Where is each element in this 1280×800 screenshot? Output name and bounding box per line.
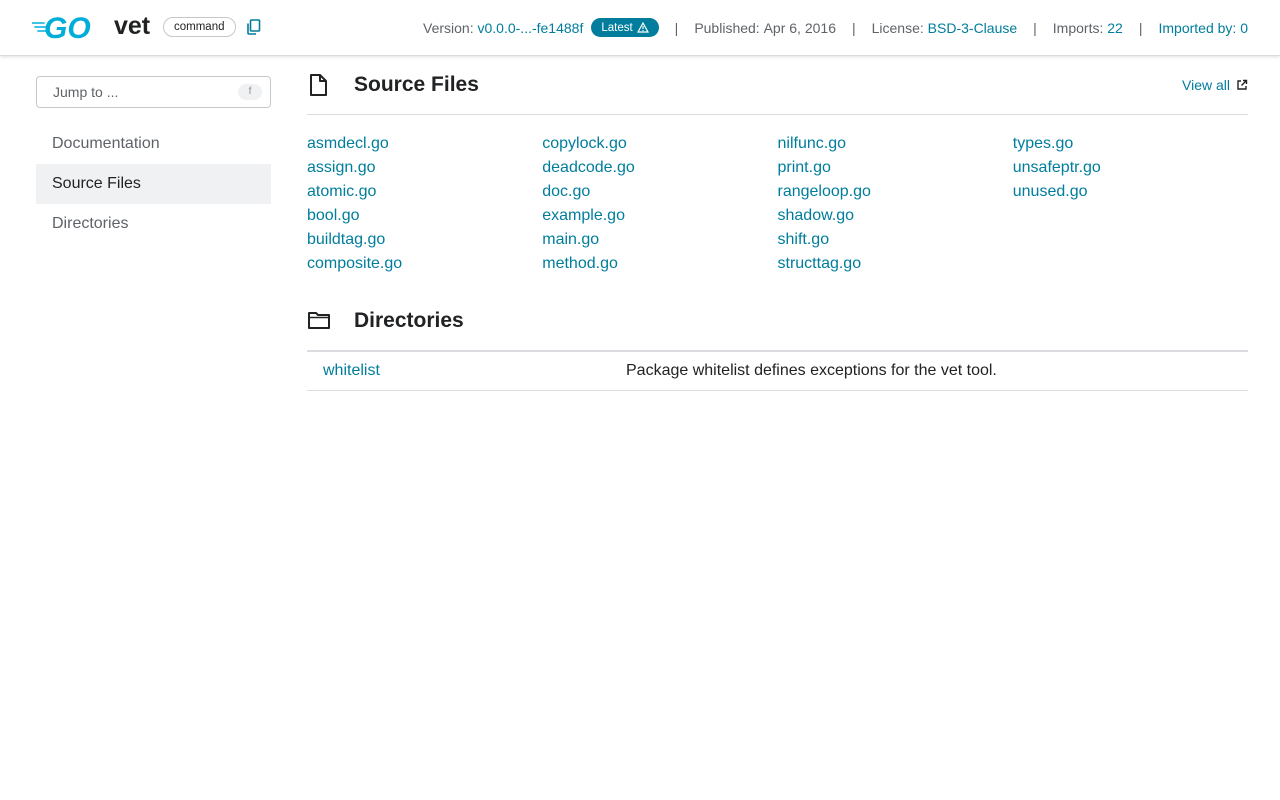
file-link[interactable]: composite.go [307, 252, 542, 276]
file-link[interactable]: main.go [542, 228, 777, 252]
published-label: Published: [694, 19, 760, 36]
view-all-label: View all [1182, 77, 1230, 93]
file-link[interactable]: buildtag.go [307, 228, 542, 252]
source-file-list: asmdecl.go assign.go atomic.go bool.go b… [307, 132, 1248, 276]
directory-row: whitelist Package whitelist defines exce… [307, 351, 1248, 391]
file-link[interactable]: atomic.go [307, 180, 542, 204]
file-link[interactable]: copylock.go [542, 132, 777, 156]
directories-header: Directories [307, 306, 1248, 351]
jump-shortcut-key: f [238, 84, 262, 100]
file-column: asmdecl.go assign.go atomic.go bool.go b… [307, 132, 542, 276]
go-logo-icon[interactable]: GO [32, 12, 108, 42]
source-files-header: Source Files View all [307, 70, 1248, 115]
directory-link[interactable]: whitelist [323, 352, 380, 390]
jump-to-input[interactable]: Jump to ... f [36, 76, 271, 108]
imported-by-count: 0 [1240, 19, 1248, 36]
sidebar-item-directories[interactable]: Directories [36, 204, 271, 244]
published-date: Apr 6, 2016 [763, 19, 836, 36]
directories-title: Directories [354, 309, 464, 332]
separator: | [1138, 19, 1143, 36]
copy-icon[interactable] [245, 18, 263, 36]
svg-text:GO: GO [44, 12, 91, 42]
file-link[interactable]: unused.go [1013, 180, 1248, 204]
version-label: Version: [423, 19, 474, 36]
package-metadata: Version: v0.0.0-...-fe1488f Latest | Pub… [423, 0, 1248, 55]
file-link[interactable]: unsafeptr.go [1013, 156, 1248, 180]
sidebar-item-source-files[interactable]: Source Files [36, 164, 271, 204]
separator: | [851, 19, 856, 36]
view-all-link[interactable]: View all [1182, 77, 1248, 93]
file-column: types.go unsafeptr.go unused.go [1013, 132, 1248, 276]
file-link[interactable]: nilfunc.go [778, 132, 1013, 156]
separator: | [674, 19, 679, 36]
file-column: copylock.go deadcode.go doc.go example.g… [542, 132, 777, 276]
latest-badge[interactable]: Latest [591, 18, 659, 37]
imported-by-link[interactable]: Imported by: 0 [1158, 20, 1248, 36]
file-link[interactable]: shadow.go [778, 204, 1013, 228]
file-link[interactable]: rangeloop.go [778, 180, 1013, 204]
file-link[interactable]: types.go [1013, 132, 1248, 156]
file-link[interactable]: asmdecl.go [307, 132, 542, 156]
file-column: nilfunc.go print.go rangeloop.go shadow.… [778, 132, 1013, 276]
file-link[interactable]: doc.go [542, 180, 777, 204]
latest-label: Latest [601, 21, 633, 34]
imports-link[interactable]: 22 [1107, 20, 1123, 36]
license-label: License: [871, 19, 924, 36]
imports-label: Imports: [1052, 19, 1104, 36]
folder-icon [308, 312, 330, 329]
file-link[interactable]: example.go [542, 204, 777, 228]
file-link[interactable]: assign.go [307, 156, 542, 180]
file-link[interactable]: bool.go [307, 204, 542, 228]
site-header: GO vet command Version: v0.0.0-...-fe148… [0, 0, 1280, 56]
sidebar-item-documentation[interactable]: Documentation [36, 124, 271, 164]
kind-badge: command [163, 17, 236, 37]
warning-icon [636, 22, 649, 33]
source-files-title: Source Files [354, 73, 479, 96]
file-link[interactable]: print.go [778, 156, 1013, 180]
file-link[interactable]: deadcode.go [542, 156, 777, 180]
version-link[interactable]: v0.0.0-...-fe1488f [478, 20, 584, 36]
package-name: vet [114, 12, 151, 40]
file-link[interactable]: method.go [542, 252, 777, 276]
file-link[interactable]: shift.go [778, 228, 1013, 252]
license-link[interactable]: BSD-3-Clause [928, 20, 1017, 36]
directory-description: Package whitelist defines exceptions for… [626, 362, 997, 379]
file-link[interactable]: structtag.go [778, 252, 1013, 276]
separator: | [1033, 19, 1037, 36]
imported-by-label: Imported by: [1158, 19, 1237, 36]
jump-to-placeholder: Jump to ... [53, 84, 119, 100]
file-icon [310, 74, 327, 96]
sidebar-nav: Documentation Source Files Directories [36, 124, 271, 244]
external-link-icon [1237, 79, 1248, 90]
